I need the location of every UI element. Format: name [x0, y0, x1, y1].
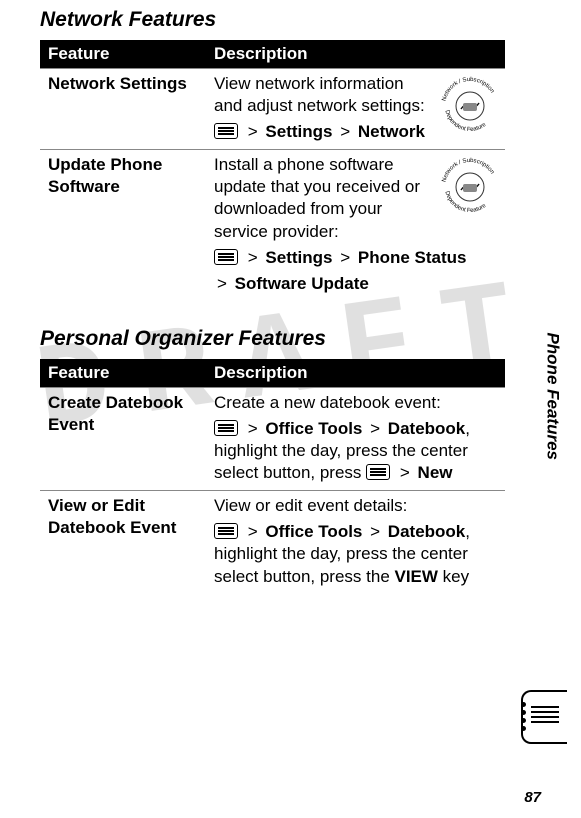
dependent-feature-badge: Network / Subscription Dependent Feature: [437, 154, 503, 220]
nav-segment: New: [418, 463, 453, 482]
nav-segment: Office Tools: [265, 419, 362, 438]
col-description: Description: [206, 359, 505, 388]
nav-segment: Datebook: [388, 419, 465, 438]
table-row: View or Edit Datebook Event View or edit…: [40, 491, 505, 594]
heading-personal-organizer: Personal Organizer Features: [40, 327, 480, 351]
svg-text:Network / Subscription: Network / Subscription: [441, 158, 494, 183]
nav-path-contd: > Software Update: [214, 273, 497, 295]
nav-segment: Datebook: [388, 522, 465, 541]
feature-description-cell: View or edit event details: > Office Too…: [206, 491, 505, 594]
heading-network-features: Network Features: [40, 8, 480, 32]
dependent-feature-badge: Network / Subscription Dependent Feature: [437, 73, 503, 139]
feature-description: View or edit event details:: [214, 495, 497, 517]
feature-description-cell: Install a phone software update that you…: [206, 150, 505, 301]
nav-path: > Settings > Phone Status: [214, 247, 497, 269]
side-tab-label: Phone Features: [544, 332, 563, 460]
organizer-features-table: Feature Description Create Datebook Even…: [40, 359, 505, 594]
menu-key-icon: [214, 420, 238, 436]
nav-segment: VIEW: [395, 567, 438, 586]
lines-icon: [531, 706, 559, 726]
feature-name: Network Settings: [40, 69, 206, 150]
feature-description: Create a new datebook event:: [214, 392, 497, 414]
nav-path: > Office Tools > Datebook, highlight the…: [214, 418, 497, 484]
table-row: Update Phone Software Install a phone so…: [40, 150, 505, 301]
menu-key-icon: [214, 523, 238, 539]
nav-segment: Office Tools: [265, 522, 362, 541]
feature-description-cell: View network information and adjust netw…: [206, 69, 505, 150]
svg-text:Network / Subscription: Network / Subscription: [441, 77, 494, 102]
page-number: 87: [524, 789, 541, 806]
table-row: Create Datebook Event Create a new dateb…: [40, 387, 505, 490]
feature-name: View or Edit Datebook Event: [40, 491, 206, 594]
nav-segment: Software Update: [235, 274, 369, 293]
svg-text:Dependent Feature: Dependent Feature: [443, 110, 487, 134]
menu-key-icon: [366, 464, 390, 480]
nav-segment: Settings: [265, 248, 332, 267]
table-row: Network Settings View network informatio…: [40, 69, 505, 150]
nav-segment: Phone Status: [358, 248, 467, 267]
side-tab-graphic: [513, 690, 565, 744]
nav-path: > Office Tools > Datebook, highlight the…: [214, 521, 497, 587]
col-feature: Feature: [40, 40, 206, 69]
col-feature: Feature: [40, 359, 206, 388]
menu-key-icon: [214, 123, 238, 139]
col-description: Description: [206, 40, 505, 69]
svg-text:Dependent Feature: Dependent Feature: [443, 191, 487, 215]
menu-key-icon: [214, 249, 238, 265]
feature-name: Create Datebook Event: [40, 387, 206, 490]
side-tab-phone-features: Phone Features: [543, 332, 563, 460]
feature-name: Update Phone Software: [40, 150, 206, 301]
nav-segment: Network: [358, 122, 425, 141]
feature-description-cell: Create a new datebook event: > Office To…: [206, 387, 505, 490]
instruction-text: key: [438, 567, 469, 586]
dots-icon: [521, 702, 526, 734]
network-features-table: Feature Description Network Settings Vie…: [40, 40, 505, 301]
nav-segment: Settings: [265, 122, 332, 141]
